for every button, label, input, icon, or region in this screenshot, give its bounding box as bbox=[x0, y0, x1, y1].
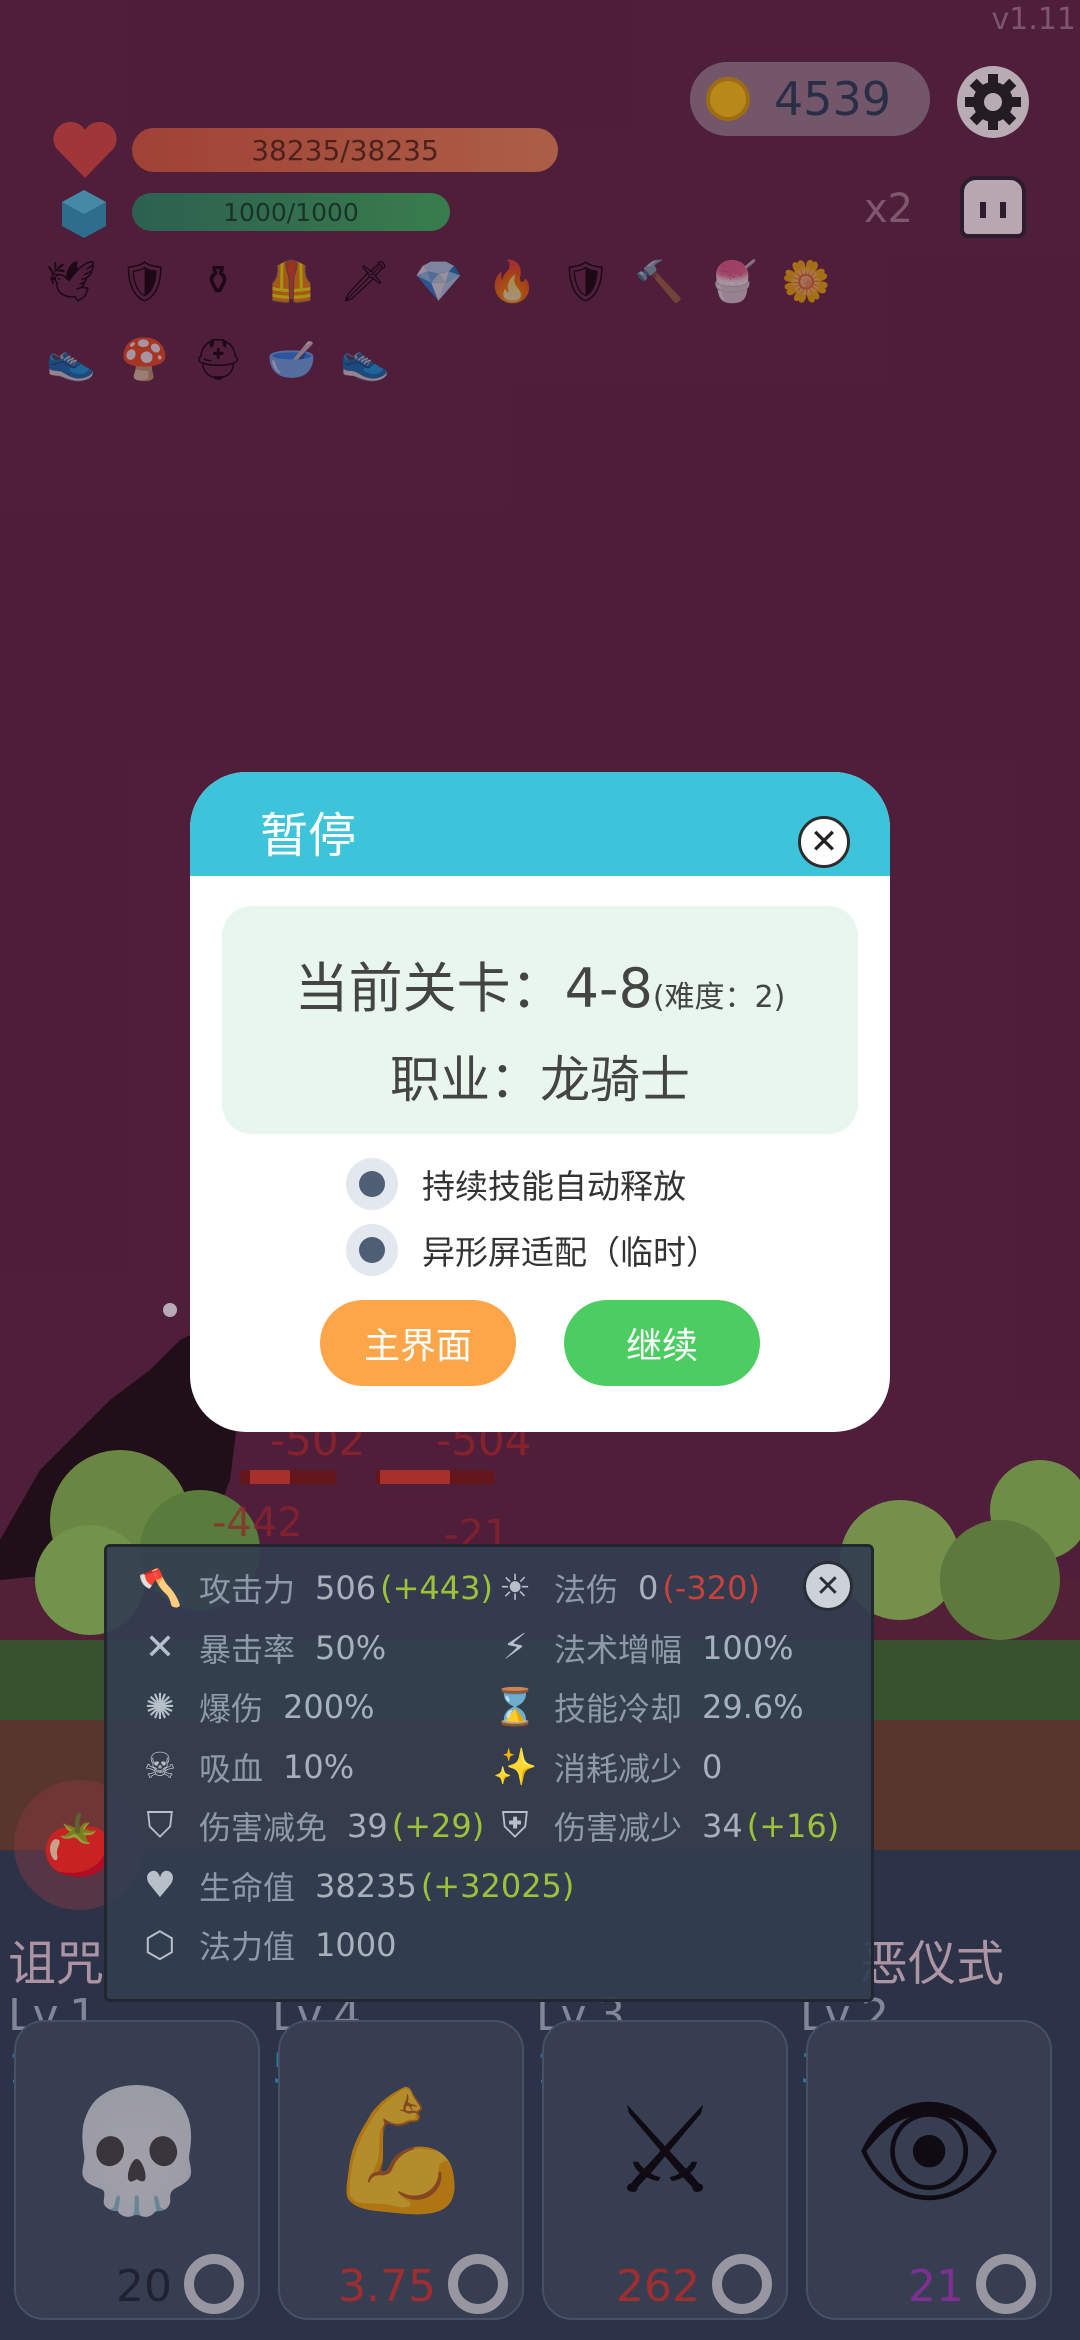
sun-icon: ☀ bbox=[498, 1567, 532, 1609]
stats-close-button[interactable]: ✕ bbox=[803, 1561, 853, 1611]
stat-row: ⛉ 伤害减免 39 (+29) bbox=[137, 1803, 484, 1849]
close-button[interactable]: ✕ bbox=[798, 816, 850, 868]
stat-bonus: (-320) bbox=[662, 1569, 760, 1607]
stat-label: 吸血 bbox=[199, 1749, 264, 1788]
wand-icon: ✨ bbox=[492, 1746, 538, 1788]
game-screen: -502 -504 -442 -21 诅咒 恶仪式 Lv.110💀20Lv.45… bbox=[0, 0, 1080, 2340]
radio-button[interactable] bbox=[346, 1158, 398, 1210]
stat-label: 法伤 bbox=[554, 1571, 619, 1609]
stat-row: ☠ 吸血 10% bbox=[137, 1744, 354, 1790]
stat-bonus: (+32025) bbox=[420, 1866, 575, 1905]
stat-label: 生命值 bbox=[199, 1868, 296, 1907]
option-notch-adapt[interactable]: 异形屏适配（临时） bbox=[346, 1224, 719, 1276]
stat-row: ✺ 爆伤 200% bbox=[137, 1684, 375, 1730]
heart-icon: ♥ bbox=[143, 1865, 177, 1906]
stat-label: 法术增幅 bbox=[554, 1630, 683, 1669]
stat-value: 34 bbox=[702, 1807, 743, 1845]
stat-value: 100% bbox=[702, 1628, 794, 1667]
stats-panel: ✕ 🪓 攻击力 506 (+443) ☀ 法伤 0 (-320) ✕ 暴击率 50% ⚡ 法术增幅 100… bbox=[104, 1544, 874, 2002]
hexagon-icon: ⬡ bbox=[144, 1924, 176, 1966]
stage-info: 当前关卡：4-8(难度：2) bbox=[222, 944, 858, 1023]
burst-icon: ✺ bbox=[144, 1686, 176, 1728]
continue-button[interactable]: 继续 bbox=[564, 1300, 760, 1386]
stat-value: 200% bbox=[283, 1688, 375, 1726]
stat-value: 0 bbox=[702, 1747, 723, 1786]
stage-info-box: 当前关卡：4-8(难度：2) 职业：龙骑士 bbox=[222, 906, 858, 1134]
stat-value: 10% bbox=[283, 1747, 355, 1786]
guard-icon: ⛨ bbox=[501, 1805, 529, 1846]
main-menu-button[interactable]: 主界面 bbox=[320, 1300, 516, 1386]
stat-label: 伤害减免 bbox=[199, 1809, 328, 1847]
radio-button[interactable] bbox=[346, 1224, 398, 1276]
crit-icon: ✕ bbox=[144, 1627, 176, 1668]
stat-label: 攻击力 bbox=[199, 1571, 296, 1609]
stat-label: 消耗减少 bbox=[554, 1749, 683, 1788]
stat-value: 0 bbox=[638, 1569, 659, 1607]
difficulty: (难度：2) bbox=[652, 980, 786, 1015]
option-label: 持续技能自动释放 bbox=[422, 1167, 686, 1206]
stat-value: 1000 bbox=[315, 1926, 397, 1964]
stat-value: 39 bbox=[347, 1807, 388, 1845]
stat-label: 爆伤 bbox=[199, 1690, 264, 1728]
pause-dialog: 暂停 ✕ 当前关卡：4-8(难度：2) 职业：龙骑士 持续技能自动释放 异形屏适… bbox=[190, 772, 890, 1432]
close-icon: ✕ bbox=[809, 822, 839, 862]
stat-label: 法力值 bbox=[199, 1928, 296, 1966]
stat-row: ⚡ 法术增幅 100% bbox=[492, 1625, 794, 1671]
hourglass-icon: ⌛ bbox=[492, 1687, 538, 1728]
stat-row: ☀ 法伤 0 (-320) bbox=[492, 1565, 760, 1611]
option-label: 异形屏适配（临时） bbox=[422, 1233, 719, 1272]
stat-value: 29.6% bbox=[702, 1688, 804, 1726]
stat-row: ✨ 消耗减少 0 bbox=[492, 1744, 723, 1790]
stat-row: ♥ 生命值 38235 (+32025) bbox=[137, 1863, 575, 1909]
lightning-icon: ⚡ bbox=[502, 1627, 528, 1668]
stat-value: 38235 bbox=[315, 1866, 417, 1905]
stat-row: ⛨ 伤害减少 34 (+16) bbox=[492, 1803, 839, 1849]
stat-value: 506 bbox=[315, 1569, 377, 1607]
job-label: 职业：龙骑士 bbox=[390, 1051, 690, 1109]
stat-label: 伤害减少 bbox=[554, 1809, 683, 1847]
stat-row: ⌛ 技能冷却 29.6% bbox=[492, 1684, 804, 1730]
stat-value: 50% bbox=[315, 1628, 387, 1667]
stat-bonus: (+16) bbox=[746, 1807, 840, 1845]
stat-label: 技能冷却 bbox=[554, 1690, 683, 1728]
axe-icon: 🪓 bbox=[137, 1568, 183, 1609]
stat-label: 暴击率 bbox=[199, 1630, 296, 1669]
stat-row: ⬡ 法力值 1000 bbox=[137, 1922, 396, 1968]
vampire-icon: ☠ bbox=[143, 1746, 177, 1787]
stat-row: 🪓 攻击力 506 (+443) bbox=[137, 1565, 493, 1611]
stat-bonus: (+443) bbox=[380, 1569, 493, 1607]
close-icon: ✕ bbox=[815, 1568, 841, 1604]
current-stage: 当前关卡：4-8 bbox=[294, 957, 653, 1020]
radio-dot bbox=[359, 1171, 385, 1197]
stat-row: ✕ 暴击率 50% bbox=[137, 1625, 386, 1671]
radio-dot bbox=[359, 1237, 385, 1263]
dialog-title: 暂停 bbox=[260, 808, 357, 864]
option-auto-skill[interactable]: 持续技能自动释放 bbox=[346, 1158, 686, 1210]
shield-icon: ⛉ bbox=[146, 1805, 174, 1846]
stat-bonus: (+29) bbox=[391, 1807, 485, 1845]
